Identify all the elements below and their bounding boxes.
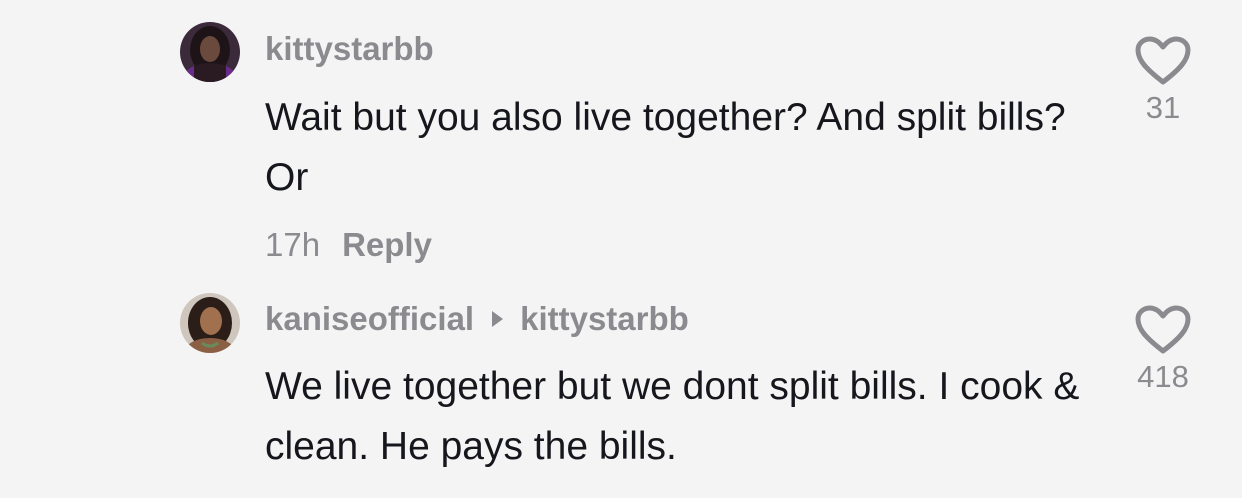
heart-outline-icon xyxy=(1135,36,1191,85)
like-button[interactable]: 418 xyxy=(1103,305,1223,395)
like-button[interactable]: 31 xyxy=(1103,36,1223,126)
avatar[interactable] xyxy=(180,22,240,82)
username[interactable]: kittystarbb xyxy=(265,30,434,68)
like-count: 418 xyxy=(1137,359,1189,394)
reply-button[interactable]: Reply xyxy=(342,226,432,263)
comment-text: Wait but you also live together? And spl… xyxy=(265,96,1066,199)
avatar[interactable] xyxy=(180,293,240,353)
timestamp: 17h xyxy=(265,226,321,263)
username-row: kittystarbb xyxy=(265,30,434,68)
comment-text: We live together but we dont split bills… xyxy=(265,365,1080,468)
comment-meta: 17h Reply xyxy=(265,226,432,264)
caret-right-icon xyxy=(492,311,504,327)
reply-to-username[interactable]: kittystarbb xyxy=(520,300,689,338)
username-row: kaniseofficial kittystarbb xyxy=(265,300,689,338)
like-count: 31 xyxy=(1145,90,1181,125)
username[interactable]: kaniseofficial xyxy=(265,300,474,338)
heart-outline-icon xyxy=(1135,305,1191,354)
